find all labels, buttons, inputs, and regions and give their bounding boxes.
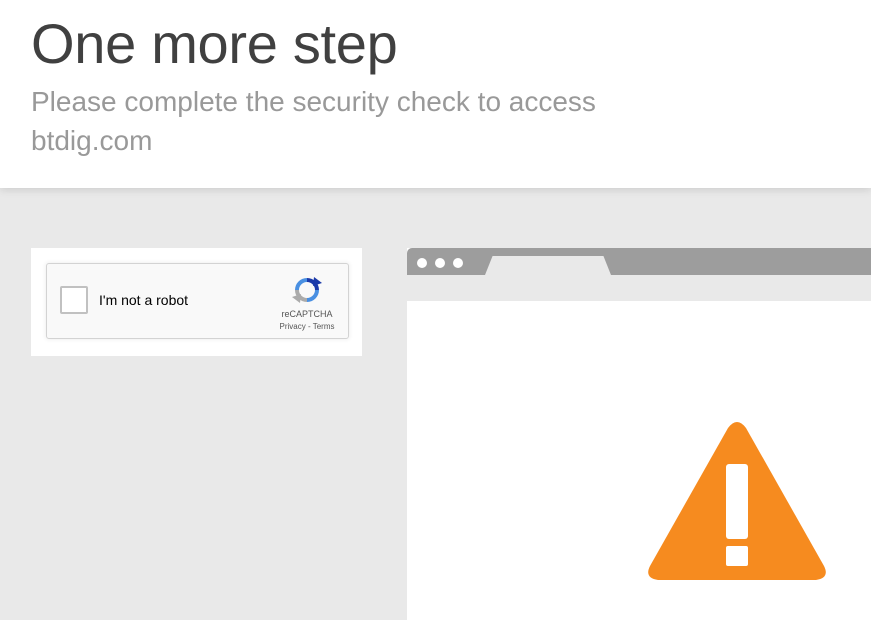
- browser-toolbar: [407, 275, 871, 301]
- privacy-link[interactable]: Privacy: [280, 322, 306, 331]
- browser-title-bar: [407, 248, 871, 275]
- link-separator: -: [305, 322, 313, 331]
- terms-link[interactable]: Terms: [313, 322, 335, 331]
- window-dot-icon: [453, 258, 463, 268]
- recaptcha-brand: reCAPTCHA: [281, 309, 333, 319]
- recaptcha-logo-icon: [292, 277, 322, 303]
- warning-icon: [648, 422, 826, 580]
- robot-checkbox[interactable]: [60, 286, 88, 314]
- recaptcha-links: Privacy - Terms: [269, 322, 345, 331]
- window-dot-icon: [417, 258, 427, 268]
- window-dot-icon: [435, 258, 445, 268]
- browser-illustration: [407, 248, 871, 620]
- recaptcha-widget: I'm not a robot reCAPTCHA Privacy - Term…: [46, 263, 349, 339]
- browser-tab: [485, 256, 611, 275]
- header: One more step Please complete the securi…: [0, 0, 871, 188]
- robot-checkbox-label: I'm not a robot: [99, 292, 189, 308]
- page-subtitle: Please complete the security check to ac…: [31, 86, 596, 156]
- captcha-panel: I'm not a robot reCAPTCHA Privacy - Term…: [31, 248, 362, 356]
- page-title: One more step: [31, 12, 398, 75]
